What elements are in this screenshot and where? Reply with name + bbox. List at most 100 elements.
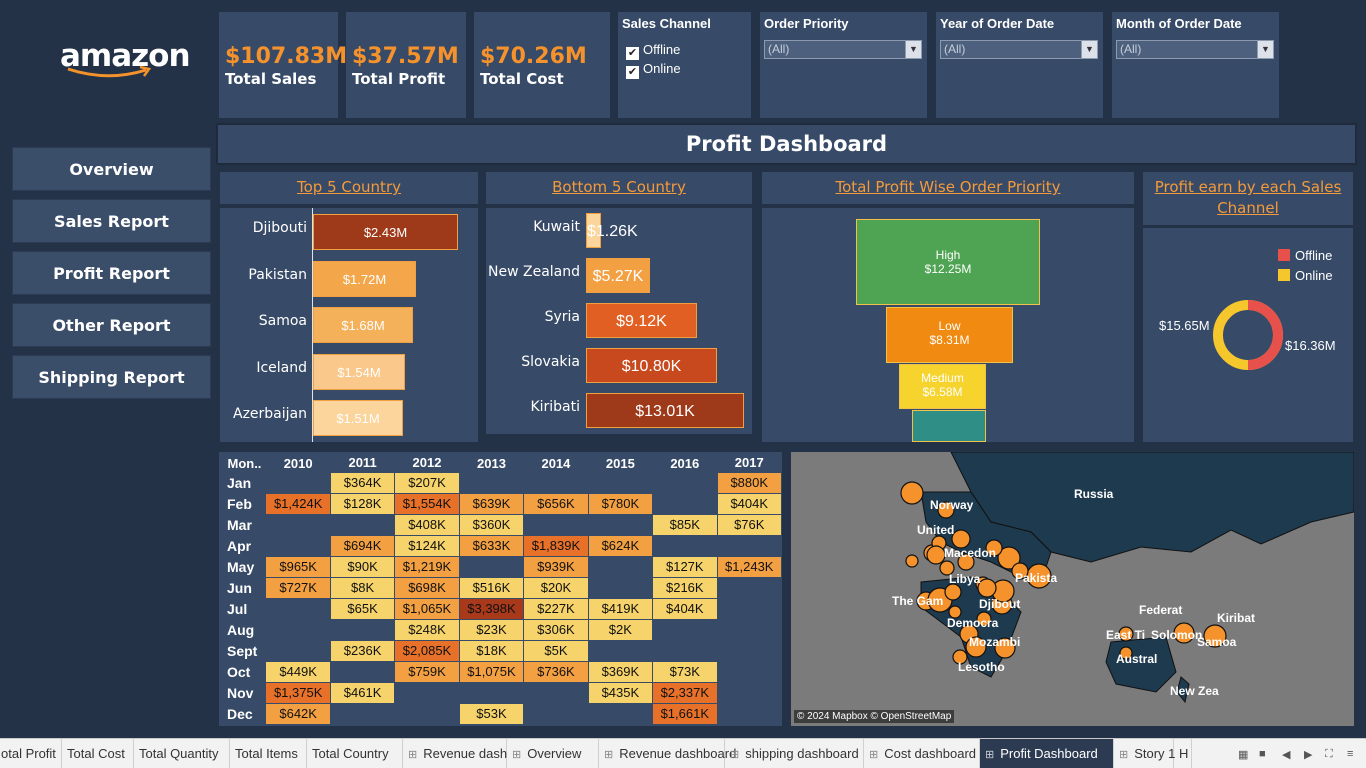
- map-bubble[interactable]: [900, 481, 924, 505]
- filmstrip-icon[interactable]: ■: [1259, 748, 1266, 760]
- bar-samoa[interactable]: $1.68M: [313, 307, 413, 343]
- heatmap-cell[interactable]: $404K: [652, 597, 718, 620]
- chevron-down-icon[interactable]: ▼: [905, 41, 921, 58]
- bar-azerbaijan[interactable]: $1.51M: [313, 400, 403, 436]
- sheet-tab-otal-profit[interactable]: otal Profit: [0, 739, 62, 768]
- order-priority-select[interactable]: (All) ▼: [764, 40, 922, 59]
- nav-profit-report-button[interactable]: Profit Report: [12, 251, 211, 295]
- heatmap-cell[interactable]: $227K: [523, 597, 589, 620]
- heatmap-cell[interactable]: $5K: [523, 639, 589, 662]
- sheet-tab-total-country[interactable]: Total Country: [307, 739, 403, 768]
- heatmap-cell[interactable]: $8K: [329, 576, 396, 599]
- heatmap-cell[interactable]: $1,554K: [394, 492, 460, 515]
- profit-map[interactable]: Russia Norway United Macedon Pakista Lib…: [791, 452, 1354, 726]
- heatmap-cell[interactable]: $90K: [329, 555, 396, 578]
- heatmap-cell[interactable]: $360K: [458, 513, 525, 536]
- bar-kuwait[interactable]: $1.26K: [586, 213, 638, 248]
- heatmap-cell[interactable]: $633K: [458, 534, 525, 557]
- sheet-tab-cost-dashboard[interactable]: ⊞ Cost dashboard: [864, 739, 980, 768]
- next-sheet-icon[interactable]: ▶: [1304, 748, 1312, 761]
- channel-title[interactable]: Profit earn by each Sales Channel: [1143, 177, 1353, 219]
- checkbox-offline[interactable]: ✔ Offline: [626, 42, 680, 60]
- sheet-tab-total-cost[interactable]: Total Cost: [62, 739, 134, 768]
- heatmap-cell[interactable]: $449K: [265, 660, 331, 683]
- heatmap-cell[interactable]: $23K: [458, 618, 525, 641]
- sheet-tab-h[interactable]: H: [1174, 739, 1192, 768]
- heatmap-cell[interactable]: $624K: [587, 534, 654, 557]
- heatmap-cell[interactable]: $404K: [716, 492, 783, 515]
- bar-syria[interactable]: $9.12K: [586, 303, 697, 338]
- heatmap-cell[interactable]: $85K: [652, 513, 718, 536]
- priority-bar-medium[interactable]: Medium $6.58M: [899, 364, 986, 409]
- heatmap-cell[interactable]: $698K: [394, 576, 460, 599]
- heatmap-cell[interactable]: $1,219K: [394, 555, 460, 578]
- bar-iceland[interactable]: $1.54M: [313, 353, 405, 390]
- bar-kiribati[interactable]: $13.01K: [586, 393, 744, 428]
- heatmap-cell[interactable]: $369K: [587, 660, 654, 683]
- checkbox-online[interactable]: ✔ Online: [626, 61, 681, 79]
- top5-title[interactable]: Top 5 Country: [220, 178, 478, 196]
- heatmap-cell[interactable]: $236K: [329, 639, 396, 662]
- sheet-tab-shipping-dashboard[interactable]: ⊞ shipping dashboard: [725, 739, 864, 768]
- chevron-down-icon[interactable]: ▼: [1257, 41, 1273, 58]
- priority-title[interactable]: Total Profit Wise Order Priority: [762, 178, 1134, 196]
- grid-view-icon[interactable]: ▦: [1238, 748, 1248, 761]
- year-select[interactable]: (All) ▼: [940, 40, 1098, 59]
- heatmap-cell[interactable]: $2,337K: [652, 681, 718, 704]
- heatmap-cell[interactable]: $207K: [394, 471, 460, 494]
- bottom5-title[interactable]: Bottom 5 Country: [486, 178, 752, 196]
- heatmap-cell[interactable]: $727K: [265, 576, 331, 599]
- heatmap-cell[interactable]: $1,375K: [265, 681, 331, 704]
- heatmap-cell[interactable]: $516K: [458, 576, 525, 599]
- heatmap-cell[interactable]: $880K: [716, 471, 783, 494]
- priority-bar-high[interactable]: High $12.25M: [856, 219, 1040, 305]
- heatmap-cell[interactable]: $364K: [329, 471, 396, 494]
- heatmap-cell[interactable]: $2,085K: [394, 639, 460, 662]
- heatmap-cell[interactable]: $461K: [329, 681, 396, 704]
- map-bubble[interactable]: [977, 578, 997, 598]
- prev-sheet-icon[interactable]: ◀: [1282, 748, 1290, 761]
- bar-slovakia[interactable]: $10.80K: [586, 348, 717, 383]
- heatmap-cell[interactable]: $248K: [394, 618, 460, 641]
- heatmap-cell[interactable]: $128K: [329, 492, 396, 515]
- map-attribution[interactable]: © 2024 Mapbox © OpenStreetMap: [794, 710, 955, 723]
- heatmap-cell[interactable]: $656K: [523, 492, 589, 515]
- chevron-down-icon[interactable]: ▼: [1081, 41, 1097, 58]
- heatmap-cell[interactable]: $20K: [523, 576, 589, 599]
- heatmap-cell[interactable]: $124K: [394, 534, 460, 557]
- more-icon[interactable]: ≡: [1347, 748, 1353, 760]
- heatmap-cell[interactable]: $3,398K: [458, 597, 525, 620]
- sheet-tab-overview[interactable]: ⊞ Overview: [507, 739, 599, 768]
- heatmap-cell[interactable]: $127K: [652, 555, 718, 578]
- sheet-tab-total-items[interactable]: Total Items: [230, 739, 307, 768]
- sheet-tab-revenue-dashboard[interactable]: ⊞ Revenue dashboard: [599, 739, 736, 768]
- heatmap-cell[interactable]: $419K: [587, 597, 654, 620]
- heatmap-cell[interactable]: $18K: [458, 639, 525, 662]
- heatmap-cell[interactable]: $1,424K: [265, 492, 331, 515]
- sheet-tab-total-quantity[interactable]: Total Quantity: [134, 739, 230, 768]
- heatmap-cell[interactable]: $1,661K: [652, 702, 718, 725]
- nav-other-report-button[interactable]: Other Report: [12, 303, 211, 347]
- channel-donut[interactable]: [1211, 298, 1285, 372]
- heatmap-cell[interactable]: $1,065K: [394, 597, 460, 620]
- nav-sales-report-button[interactable]: Sales Report: [12, 199, 211, 243]
- bar-djibouti[interactable]: $2.43M: [313, 214, 458, 250]
- fullscreen-icon[interactable]: ⛶: [1325, 748, 1333, 761]
- heatmap-cell[interactable]: $642K: [265, 702, 331, 725]
- heatmap-cell[interactable]: $2K: [587, 618, 654, 641]
- heatmap-cell[interactable]: $965K: [265, 555, 331, 578]
- map-bubble[interactable]: [926, 545, 946, 565]
- heatmap-cell[interactable]: $216K: [652, 576, 718, 599]
- heatmap-cell[interactable]: $306K: [523, 618, 589, 641]
- sheet-tab-story-1[interactable]: ⊞ Story 1: [1114, 739, 1175, 768]
- heatmap-cell[interactable]: $408K: [394, 513, 460, 536]
- heatmap-cell[interactable]: $435K: [587, 681, 654, 704]
- heatmap-cell[interactable]: $73K: [652, 660, 718, 683]
- sheet-tab-revenue-dash[interactable]: ⊞ Revenue dash: [403, 739, 507, 768]
- heatmap-cell[interactable]: $53K: [458, 702, 525, 725]
- heatmap-cell[interactable]: $639K: [458, 492, 525, 515]
- priority-bar-low[interactable]: Low $8.31M: [886, 307, 1013, 363]
- heatmap-cell[interactable]: $1,243K: [716, 555, 783, 578]
- map-bubble[interactable]: [944, 583, 962, 601]
- heatmap-cell[interactable]: $759K: [394, 660, 460, 683]
